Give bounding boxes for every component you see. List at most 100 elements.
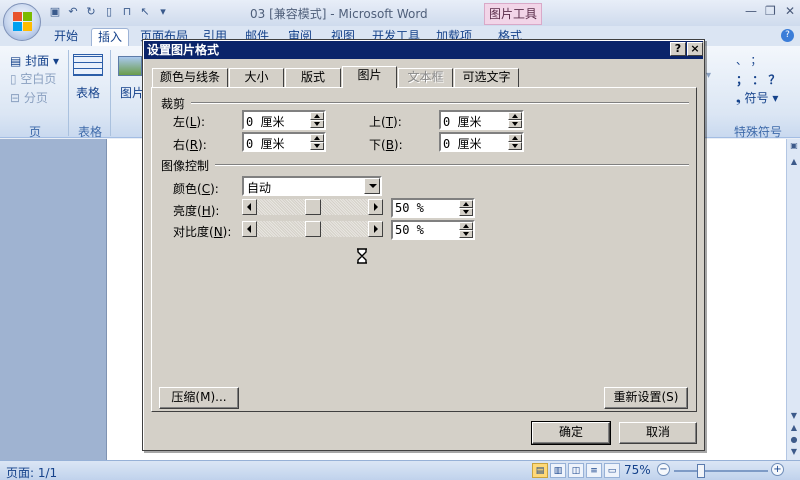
crop-top-spinner[interactable]: 0 厘米 — [439, 110, 524, 130]
tab-size[interactable]: 大小 — [229, 68, 284, 87]
scroll-down-icon[interactable]: ▼ — [788, 411, 800, 423]
blank-page-button[interactable]: ▯ 空白页 — [10, 70, 56, 87]
zoom-slider-track[interactable] — [674, 470, 768, 472]
contrast-spinner[interactable]: 50 % — [391, 220, 475, 240]
cancel-button[interactable]: 取消 — [619, 422, 697, 444]
zoom-in-icon[interactable]: + — [771, 463, 784, 476]
symbol-row-1[interactable]: 、 ； — [736, 52, 762, 68]
ruler-toggle-icon[interactable]: ▣ — [788, 141, 800, 153]
symbol-label: 符号 — [744, 91, 769, 105]
outline-view-icon[interactable]: ≡ — [586, 463, 602, 478]
print-layout-view-icon[interactable]: ▤ — [532, 463, 548, 478]
brightness-slider[interactable] — [242, 199, 383, 215]
crop-right-down-icon[interactable] — [310, 142, 324, 150]
customize-qat-icon[interactable]: ▾ — [156, 5, 170, 19]
ok-button[interactable]: 确定 — [531, 421, 611, 445]
crop-right-value[interactable]: 0 厘米 — [246, 135, 284, 152]
crop-top-up-icon[interactable] — [508, 112, 522, 120]
brightness-value[interactable]: 50 % — [395, 201, 424, 215]
crop-bottom-down-icon[interactable] — [508, 142, 522, 150]
image-control-section-title: 图像控制 — [161, 159, 210, 173]
color-label: 颜色(C): — [173, 182, 219, 196]
format-picture-dialog: 设置图片格式 ? × 颜色与线条 大小 版式 图片 文本框 可选文字 裁剪 左(… — [142, 39, 705, 451]
crop-top-value[interactable]: 0 厘米 — [443, 113, 481, 130]
browse-object-icon[interactable]: ● — [788, 435, 800, 447]
contrast-down-icon[interactable] — [459, 230, 473, 238]
zoom-level[interactable]: 75% — [624, 463, 651, 477]
contrast-slider[interactable] — [242, 221, 383, 237]
tab-insert[interactable]: 插入 — [91, 28, 130, 46]
crop-bottom-up-icon[interactable] — [508, 134, 522, 142]
contrast-up-icon[interactable] — [459, 222, 473, 230]
tab-home[interactable]: 开始 — [48, 28, 84, 46]
crop-right-up-icon[interactable] — [310, 134, 324, 142]
table-button[interactable]: 表格 — [76, 84, 100, 101]
group-label-special-symbols: 特殊符号 — [733, 125, 782, 139]
compress-button[interactable]: 压缩(M)... — [159, 387, 239, 409]
vertical-scrollbar[interactable]: ▣ ▲ ▼ ▲ ● ▼ — [786, 139, 800, 460]
table-grid-icon — [73, 54, 103, 76]
color-dropdown[interactable]: 自动 — [242, 176, 382, 196]
restore-button[interactable]: ❐ — [765, 4, 776, 18]
undo-icon[interactable]: ↶ — [66, 5, 80, 19]
cover-page-button[interactable]: ▤ 封面 ▾ — [10, 52, 59, 69]
brightness-down-icon[interactable] — [459, 208, 473, 216]
save-icon[interactable]: ▣ — [48, 5, 62, 19]
picture-icon — [118, 56, 142, 76]
minimize-button[interactable]: — — [745, 4, 757, 18]
crop-top-down-icon[interactable] — [508, 120, 522, 128]
full-screen-view-icon[interactable]: ▥ — [550, 463, 566, 478]
tab-alt-text[interactable]: 可选文字 — [454, 68, 519, 87]
scroll-up-icon[interactable]: ▲ — [788, 157, 800, 169]
open-icon[interactable]: ⊓ — [120, 5, 134, 19]
next-page-icon[interactable]: ▼ — [788, 447, 800, 459]
zoom-out-icon[interactable]: − — [657, 463, 670, 476]
crop-left-value[interactable]: 0 厘米 — [246, 113, 284, 130]
tab-colors-lines[interactable]: 颜色与线条 — [152, 68, 228, 87]
picture-button[interactable]: 图片 — [120, 84, 144, 101]
brightness-right-icon[interactable] — [368, 199, 383, 215]
brightness-spinner[interactable]: 50 % — [391, 198, 475, 218]
prev-page-icon[interactable]: ▲ — [788, 423, 800, 435]
close-window-button[interactable]: ✕ — [785, 4, 795, 18]
dialog-title: 设置图片格式 — [144, 41, 703, 59]
image-control-divider — [215, 164, 689, 166]
page-count[interactable]: 页面: 1/1 — [6, 464, 57, 480]
contrast-left-icon[interactable] — [242, 221, 257, 237]
crop-left-label: 左(L): — [173, 115, 206, 129]
crop-bottom-spinner[interactable]: 0 厘米 — [439, 132, 524, 152]
dialog-close-button[interactable]: × — [687, 42, 703, 56]
new-doc-icon[interactable]: ▯ — [102, 5, 116, 19]
contrast-label: 对比度(N): — [173, 225, 232, 239]
crop-left-down-icon[interactable] — [310, 120, 324, 128]
page-break-button[interactable]: ⊟ 分页 — [10, 89, 48, 106]
contrast-right-icon[interactable] — [368, 221, 383, 237]
zoom-slider-thumb[interactable] — [697, 464, 705, 478]
draft-view-icon[interactable]: ▭ — [604, 463, 620, 478]
tab-textbox: 文本框 — [398, 68, 453, 87]
group-label-table: 表格 — [77, 125, 102, 139]
brightness-thumb[interactable] — [305, 199, 321, 215]
contrast-value[interactable]: 50 % — [395, 223, 424, 237]
pointer-icon[interactable]: ↖ — [138, 5, 152, 19]
tab-layout[interactable]: 版式 — [285, 68, 341, 87]
symbol-row-2[interactable]: ； ： ？ — [736, 71, 780, 88]
brightness-left-icon[interactable] — [242, 199, 257, 215]
symbol-button[interactable]: ❟ 符号 ▾ — [736, 89, 778, 106]
web-layout-view-icon[interactable]: ◫ — [568, 463, 584, 478]
crop-left-spinner[interactable]: 0 厘米 — [242, 110, 326, 130]
crop-bottom-value[interactable]: 0 厘米 — [443, 135, 481, 152]
redo-icon[interactable]: ↻ — [84, 5, 98, 19]
help-icon[interactable]: ? — [781, 29, 794, 42]
group-label-page: 页 — [28, 125, 41, 139]
crop-left-up-icon[interactable] — [310, 112, 324, 120]
color-value: 自动 — [247, 181, 272, 195]
dialog-help-button[interactable]: ? — [670, 42, 686, 56]
tab-picture[interactable]: 图片 — [342, 66, 397, 88]
brightness-up-icon[interactable] — [459, 200, 473, 208]
contrast-thumb[interactable] — [305, 221, 321, 237]
reset-button[interactable]: 重新设置(S) — [604, 387, 688, 409]
crop-right-spinner[interactable]: 0 厘米 — [242, 132, 326, 152]
color-dropdown-arrow-icon[interactable] — [364, 178, 380, 194]
office-button[interactable] — [3, 3, 41, 41]
